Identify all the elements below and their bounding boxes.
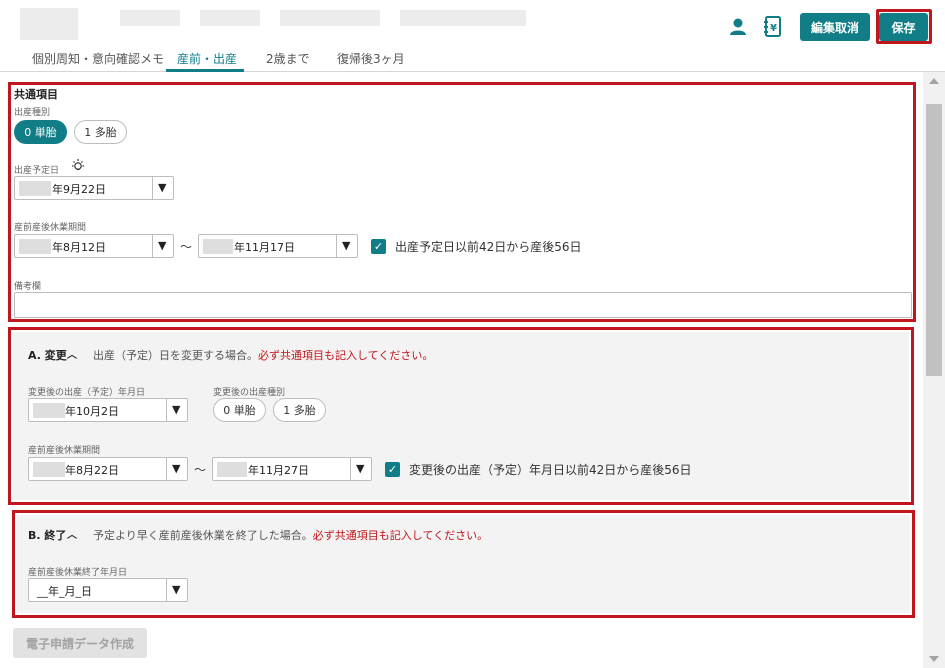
vertical-scrollbar[interactable] [923,72,945,668]
section-a-leave-auto-calc-label: 変更後の出産（予定）年月日以前42日から産後56日 [409,463,692,477]
select-divider [166,579,167,601]
range-tilde: ～ [180,240,193,254]
person-icon[interactable] [727,16,749,38]
select-divider [152,235,153,257]
changed-date-label: 変更後の出産（予定）年月日 [28,388,146,398]
dropdown-arrow-icon[interactable]: ▼ [172,583,180,596]
leave-end-select[interactable]: 年11月17日 ▼ [198,234,358,258]
changed-type-single-option[interactable]: 0 単胎 [213,398,266,422]
tab-prenatal-birth[interactable]: 産前・出産 [177,50,237,67]
end-date-label: 産前産後休業終了年月日 [28,568,128,578]
year-redacted [217,462,247,477]
select-divider [166,458,167,480]
active-tab-indicator [166,69,244,72]
info-redacted-2 [200,10,260,26]
birth-type-multiple-option[interactable]: 1 多胎 [74,120,127,144]
year-redacted [33,403,65,418]
due-date-value: 年9月22日 [52,183,106,196]
info-redacted-3 [280,10,380,26]
info-redacted-4 [400,10,526,26]
leave-auto-calc-checkbox[interactable]: ✓ [371,239,386,254]
section-a-leave-period-label: 産前産後休業期間 [28,446,101,456]
section-a-leave-end-select[interactable]: 年11月27日 ▼ [212,457,372,481]
leave-auto-calc-label: 出産予定日以前42日から産後56日 [395,240,582,254]
select-divider [166,399,167,421]
yen-document-icon[interactable]: ¥ [762,15,784,37]
section-b-title[interactable]: B. 終了 [28,527,66,543]
save-button[interactable]: 保存 [879,13,928,41]
section-a-leave-auto-calc-checkbox[interactable]: ✓ [385,462,400,477]
dropdown-arrow-icon[interactable]: ▼ [158,239,166,252]
leave-period-label: 産前産後休業期間 [14,223,87,233]
create-application-data-button[interactable]: 電子申請データ作成 [13,628,147,658]
due-date-select[interactable]: 年9月22日 ▼ [14,176,174,200]
section-a-note-emphasis: 必ず共通項目も記入してください。 [258,349,434,362]
leave-start-select[interactable]: 年8月12日 ▼ [14,234,174,258]
scroll-up-arrow-icon[interactable] [929,78,939,84]
remarks-field[interactable] [14,292,912,318]
dropdown-arrow-icon[interactable]: ▼ [356,462,364,475]
section-a-note: 出産（予定）日を変更する場合。必ず共通項目も記入してください。 [93,347,433,363]
section-b-note-emphasis: 必ず共通項目も記入してください。 [312,529,489,542]
common-section-title: 共通項目 [14,88,58,101]
header-bar: ¥ 編集取消 保存 個別周知・意向確認メモ 産前・出産 2歳まで 復帰後3ヶ月 [0,0,945,72]
tab-notice-memo[interactable]: 個別周知・意向確認メモ [32,50,164,67]
dropdown-arrow-icon[interactable]: ▼ [158,181,166,194]
changed-date-value: 年10月2日 [65,405,119,418]
year-redacted [19,181,51,196]
changed-type-multiple-option[interactable]: 1 多胎 [273,398,326,422]
end-date-value: __年_月_日 [37,585,92,598]
year-redacted [33,462,65,477]
leave-end-value: 年11月17日 [234,241,295,254]
end-date-select[interactable]: __年_月_日 ▼ [28,578,188,602]
remarks-label: 備考欄 [14,282,42,292]
section-b-note-text: 予定より早く産前産後休業を終了した場合。 [93,529,313,542]
birth-type-single-option[interactable]: 0 単胎 [14,120,67,144]
tab-until-2-years[interactable]: 2歳まで [266,50,310,67]
lightbulb-hint-icon[interactable] [70,158,86,174]
section-a-leave-end-value: 年11月27日 [248,464,309,477]
year-redacted [203,239,233,254]
select-divider [336,235,337,257]
birth-type-label: 出産種別 [14,108,51,118]
section-a-note-text: 出産（予定）日を変更する場合。 [93,349,258,362]
section-a-title[interactable]: A. 変更 [28,347,67,363]
leave-start-value: 年8月12日 [52,241,106,254]
section-b-note: 予定より早く産前産後休業を終了した場合。必ず共通項目も記入してください。 [93,527,488,543]
changed-date-select[interactable]: 年10月2日 ▼ [28,398,188,422]
year-redacted [19,239,51,254]
range-tilde: ～ [194,463,207,477]
employee-name-redacted [20,8,78,40]
scroll-down-arrow-icon[interactable] [929,656,939,662]
svg-text:¥: ¥ [770,23,777,34]
select-divider [350,458,351,480]
changed-type-label: 変更後の出産種別 [213,388,286,398]
info-redacted-1 [120,10,180,26]
chevron-up-icon[interactable]: ︿ [67,346,77,361]
select-divider [152,177,153,199]
section-a-leave-start-select[interactable]: 年8月22日 ▼ [28,457,188,481]
section-a-leave-start-value: 年8月22日 [65,464,119,477]
due-date-label: 出産予定日 [14,166,60,176]
tab-after-return-3-months[interactable]: 復帰後3ヶ月 [337,50,405,67]
dropdown-arrow-icon[interactable]: ▼ [172,462,180,475]
dropdown-arrow-icon[interactable]: ▼ [342,239,350,252]
scrollbar-thumb[interactable] [926,104,942,376]
chevron-up-icon[interactable]: ︿ [67,526,77,541]
dropdown-arrow-icon[interactable]: ▼ [172,403,180,416]
common-section-highlight [8,82,916,322]
app-root: ¥ 編集取消 保存 個別周知・意向確認メモ 産前・出産 2歳まで 復帰後3ヶ月 … [0,0,945,668]
cancel-edit-button[interactable]: 編集取消 [800,13,870,41]
